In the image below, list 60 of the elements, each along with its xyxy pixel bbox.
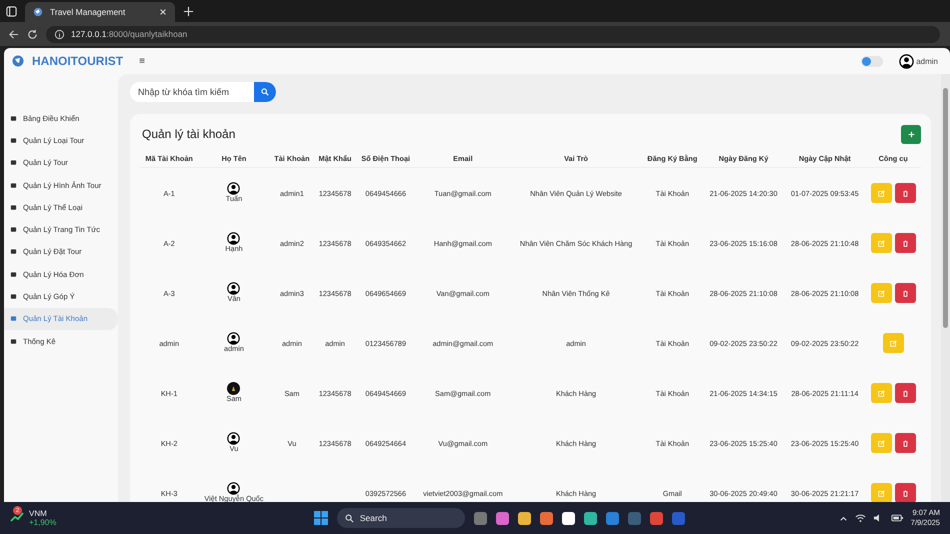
app-icon[interactable] <box>584 512 597 524</box>
square-icon <box>10 136 17 144</box>
edit-button[interactable] <box>870 483 892 503</box>
app-icon[interactable] <box>562 512 575 524</box>
taskbar-search[interactable]: Search <box>336 508 465 528</box>
delete-button[interactable] <box>894 483 916 503</box>
scrollbar[interactable] <box>941 74 950 502</box>
trash-icon <box>902 190 909 196</box>
battery-icon[interactable] <box>890 513 904 523</box>
square-icon <box>10 226 17 234</box>
edit-icon <box>878 290 885 296</box>
globe-icon <box>33 7 43 17</box>
search-icon <box>344 514 354 522</box>
back-icon[interactable] <box>8 28 19 40</box>
plus-icon <box>908 130 914 138</box>
square-icon <box>10 248 17 256</box>
app-icon[interactable] <box>518 512 531 524</box>
trash-icon <box>902 240 909 246</box>
card-title: Quản lý tài khoản <box>142 127 236 141</box>
add-button[interactable] <box>901 124 921 144</box>
edit-icon <box>878 490 885 496</box>
menu-toggle-button[interactable]: ≡ <box>137 56 147 66</box>
trash-icon <box>902 490 909 496</box>
reload-icon[interactable] <box>27 28 38 40</box>
brand-name: HANOITOURIST <box>32 54 124 68</box>
info-icon <box>54 28 65 40</box>
stock-change: +1,90% <box>29 518 56 527</box>
user-name: admin <box>916 56 938 66</box>
square-icon <box>10 270 17 278</box>
square-icon <box>10 315 17 322</box>
trash-icon <box>902 440 909 446</box>
logo-icon <box>12 55 24 67</box>
theme-toggle[interactable] <box>861 56 884 66</box>
edit-icon <box>890 340 897 346</box>
plus-icon[interactable] <box>183 6 194 17</box>
edit-icon <box>878 240 885 246</box>
window-icon[interactable] <box>6 6 17 17</box>
edit-icon <box>878 190 885 196</box>
square-icon <box>10 114 17 122</box>
chart-icon <box>10 511 24 523</box>
square-icon <box>10 182 17 189</box>
square-icon <box>10 293 17 300</box>
windows-icon[interactable] <box>314 511 328 525</box>
url-text: 127.0.0.1:8000/quanlytaikhoan <box>71 29 188 39</box>
edit-icon <box>878 390 885 396</box>
search-field[interactable]: Nhập từ khóa tìm kiếm <box>130 82 276 102</box>
square-icon <box>10 159 17 166</box>
edit-icon <box>878 440 885 446</box>
search-button[interactable] <box>254 82 276 102</box>
trash-icon <box>902 290 909 296</box>
user-icon[interactable] <box>899 54 914 68</box>
wifi-icon[interactable] <box>854 513 866 523</box>
square-icon <box>10 204 17 211</box>
close-icon[interactable] <box>159 8 167 16</box>
address-bar[interactable]: 127.0.0.1:8000/quanlytaikhoan <box>46 26 940 42</box>
stock-symbol: VNM <box>29 509 48 518</box>
trash-icon <box>902 390 909 396</box>
square-icon <box>10 338 17 345</box>
search-icon <box>261 88 269 96</box>
browser-tab[interactable]: Travel Management <box>25 2 175 22</box>
